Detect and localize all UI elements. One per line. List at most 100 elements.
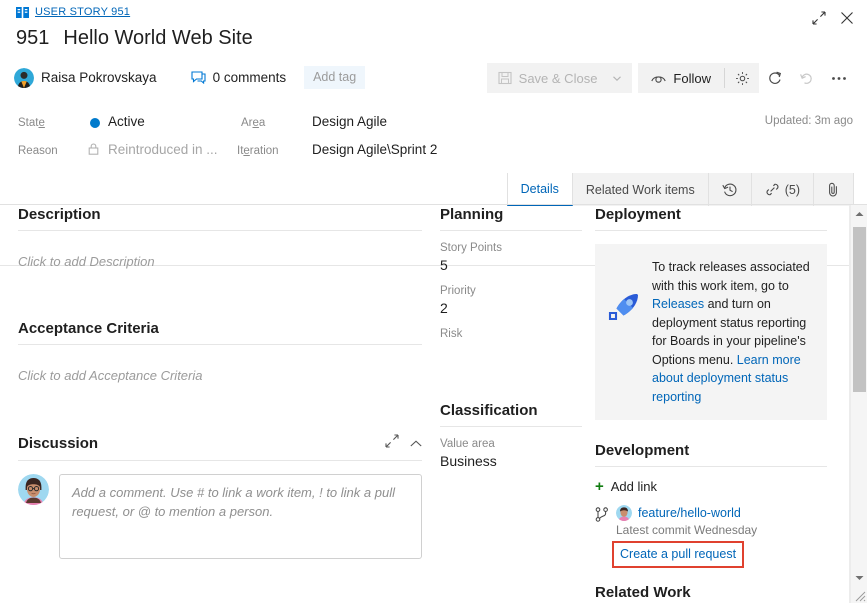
- close-button[interactable]: [835, 6, 859, 30]
- avatar: [14, 68, 34, 88]
- planning-heading: Planning: [440, 206, 582, 223]
- branch-latest-commit: Latest commit Wednesday: [616, 523, 757, 537]
- add-link-label: Add link: [611, 479, 657, 494]
- work-item-title[interactable]: Hello World Web Site: [63, 27, 252, 50]
- priority-label: Priority: [440, 285, 582, 297]
- discussion-collapse-button[interactable]: [410, 435, 422, 453]
- save-close-label: Save & Close: [519, 71, 598, 86]
- create-pull-request-highlight: Create a pull request: [612, 541, 744, 568]
- deployment-heading: Deployment: [595, 206, 827, 223]
- deployment-empty-card: To track releases associated with this w…: [595, 244, 827, 420]
- details-left-column: Description Click to add Description Acc…: [0, 206, 440, 559]
- caret-up-icon: [855, 211, 864, 217]
- comments-button[interactable]: 0 comments: [191, 70, 287, 85]
- tab-related-work-items[interactable]: Related Work items: [573, 173, 709, 206]
- assignee-name: Raisa Pokrovskaya: [41, 70, 157, 85]
- content-scrollbar[interactable]: [850, 205, 867, 603]
- classification-rule: [440, 426, 582, 427]
- expand-diagonal-icon: [812, 11, 826, 25]
- plus-icon: +: [595, 479, 604, 494]
- details-middle-column: Planning Story Points 5 Priority 2 Risk …: [440, 206, 600, 470]
- undo-icon: [800, 72, 814, 85]
- scroll-up-button[interactable]: [851, 205, 867, 222]
- work-item-form: USER STORY 951 951 Hello World Web Site …: [0, 0, 867, 603]
- caret-down-icon: [855, 575, 864, 581]
- follow-label: Follow: [673, 71, 711, 86]
- avatar: [18, 474, 49, 505]
- discussion-heading: Discussion: [18, 435, 98, 452]
- settings-button[interactable]: [725, 63, 759, 93]
- history-icon: [722, 182, 738, 198]
- work-item-toolbar: Save & Close Follow: [487, 62, 855, 94]
- title-row: 951 Hello World Web Site: [16, 27, 253, 50]
- classification-heading: Classification: [440, 402, 582, 419]
- gear-icon: [735, 71, 750, 86]
- comment-bubble-icon: [191, 71, 206, 84]
- branch-line: feature/hello-world: [616, 505, 757, 521]
- description-rule: [18, 230, 422, 231]
- refresh-button[interactable]: [759, 63, 791, 93]
- work-item-meta-row: Raisa Pokrovskaya 0 comments Add tag: [14, 66, 365, 89]
- save-close-dropdown[interactable]: [609, 63, 632, 93]
- deployment-message: To track releases associated with this w…: [652, 258, 813, 406]
- lock-icon: [88, 143, 99, 155]
- tab-attachments[interactable]: [814, 173, 854, 206]
- links-count: (5): [785, 183, 800, 197]
- assigned-to[interactable]: Raisa Pokrovskaya: [14, 68, 157, 88]
- chevron-down-icon: [613, 76, 621, 81]
- branch-name-link[interactable]: feature/hello-world: [638, 506, 741, 520]
- add-tag-button[interactable]: Add tag: [304, 66, 365, 89]
- reason-value[interactable]: Reintroduced in ...: [108, 142, 218, 157]
- releases-link[interactable]: Releases: [652, 297, 704, 311]
- link-icon: [765, 182, 780, 197]
- expand-button[interactable]: [807, 6, 831, 30]
- save-disk-icon: [498, 71, 512, 85]
- tab-links[interactable]: (5): [752, 173, 814, 206]
- discussion-expand-button[interactable]: [385, 434, 399, 453]
- details-right-column: Deployment To track releases associated …: [595, 206, 845, 601]
- git-branch-icon: [595, 507, 609, 522]
- rocket-icon: [607, 291, 641, 325]
- acceptance-criteria-heading: Acceptance Criteria: [18, 320, 422, 337]
- scroll-down-button[interactable]: [851, 569, 867, 586]
- discussion-actions: [385, 434, 422, 453]
- breadcrumb-link[interactable]: USER STORY 951: [35, 6, 130, 18]
- value-area-label: Value area: [440, 438, 582, 450]
- acceptance-criteria-input[interactable]: Click to add Acceptance Criteria: [18, 368, 422, 383]
- save-close-button[interactable]: Save & Close: [487, 63, 610, 93]
- tab-details[interactable]: Details: [507, 173, 573, 206]
- development-branch-item: feature/hello-world Latest commit Wednes…: [595, 505, 827, 568]
- more-options-button[interactable]: [823, 63, 855, 93]
- close-icon: [840, 11, 854, 25]
- undo-button[interactable]: [791, 63, 823, 93]
- comment-input[interactable]: Add a comment. Use # to link a work item…: [59, 474, 422, 559]
- eye-icon: [651, 73, 666, 84]
- user-story-book-icon: [16, 7, 29, 18]
- area-value[interactable]: Design Agile: [312, 114, 387, 129]
- tabs-underline: [0, 204, 867, 205]
- reason-label: Reason: [18, 145, 58, 157]
- story-points-value[interactable]: 5: [440, 257, 582, 274]
- attachment-paperclip-icon: [827, 182, 840, 197]
- related-work-heading: Related Work: [595, 584, 827, 601]
- area-label: Area: [241, 117, 265, 129]
- work-item-header: USER STORY 951 951 Hello World Web Site …: [0, 0, 867, 99]
- scrollbar-thumb[interactable]: [853, 227, 866, 392]
- breadcrumb[interactable]: USER STORY 951: [16, 4, 130, 20]
- tab-history[interactable]: [709, 173, 752, 206]
- state-value[interactable]: Active: [108, 114, 145, 129]
- add-link-button[interactable]: + Add link: [595, 479, 827, 494]
- follow-button[interactable]: Follow: [638, 63, 724, 93]
- user-avatar-small: [616, 505, 632, 521]
- planning-rule: [440, 230, 582, 231]
- resize-grip-icon[interactable]: [851, 587, 866, 602]
- iteration-value[interactable]: Design Agile\Sprint 2: [312, 142, 437, 157]
- development-heading: Development: [595, 442, 827, 459]
- value-area-value[interactable]: Business: [440, 453, 582, 470]
- story-points-label: Story Points: [440, 242, 582, 254]
- priority-value[interactable]: 2: [440, 300, 582, 317]
- create-pull-request-link[interactable]: Create a pull request: [620, 547, 736, 561]
- description-input[interactable]: Click to add Description: [18, 254, 422, 269]
- refresh-icon: [768, 71, 782, 86]
- risk-value[interactable]: [440, 343, 582, 360]
